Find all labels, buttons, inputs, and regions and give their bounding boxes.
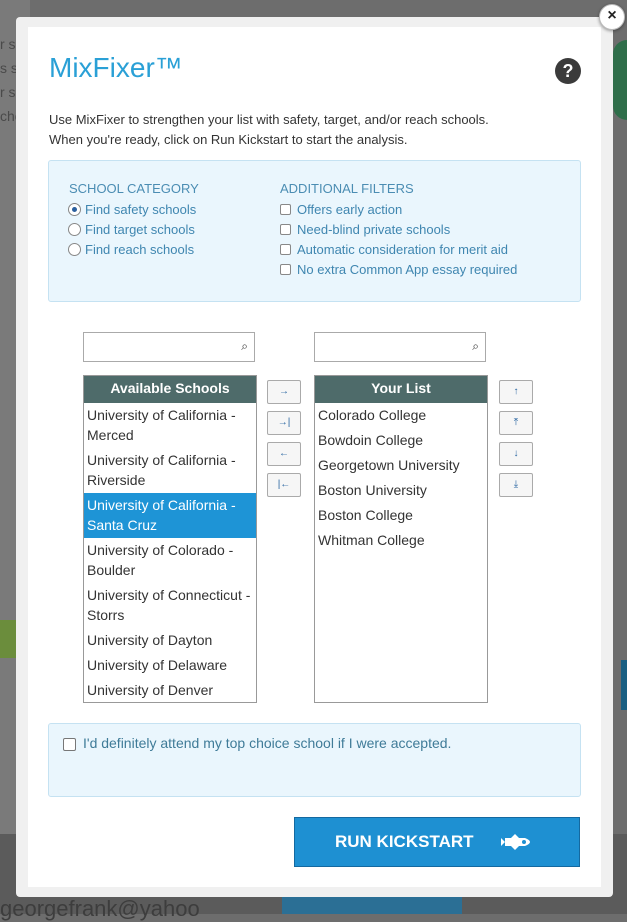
intro-text: Use MixFixer to strengthen your list wit… xyxy=(49,110,569,150)
school-category-heading: SCHOOL CATEGORY xyxy=(69,181,199,196)
intro-line: When you're ready, click on Run Kickstar… xyxy=(49,132,408,147)
list-item[interactable]: University of Denver xyxy=(84,678,256,702)
move-top-button[interactable]: ⤒ xyxy=(499,411,533,435)
checkbox-label: No extra Common App essay required xyxy=(297,262,518,277)
list-item[interactable]: University of Connecticut - Storrs xyxy=(84,583,256,628)
filter-need-blind[interactable]: Need-blind private schools xyxy=(280,220,450,240)
checkbox-label: Automatic consideration for merit aid xyxy=(297,242,508,257)
your-list-search-input[interactable]: ⌕ xyxy=(314,332,486,362)
remove-all-button[interactable]: |← xyxy=(267,473,301,497)
list-item[interactable]: University of California - Merced xyxy=(84,403,256,448)
attend-panel: I'd definitely attend my top choice scho… xyxy=(48,723,581,797)
filter-no-essay[interactable]: No extra Common App essay required xyxy=(280,260,517,280)
radio-label: Find safety schools xyxy=(85,202,197,217)
list-item[interactable]: Boston College xyxy=(315,503,487,528)
list-item[interactable]: Whitman College xyxy=(315,528,487,553)
background-decoration xyxy=(613,40,627,120)
list-item[interactable]: Georgetown University xyxy=(315,453,487,478)
radio-label: Find reach schools xyxy=(85,242,195,257)
search-icon: ⌕ xyxy=(241,339,248,353)
available-schools-list[interactable]: Available Schools University of Californ… xyxy=(83,375,257,703)
add-selected-button[interactable]: → xyxy=(267,380,301,404)
background-text: r s xyxy=(0,84,16,100)
checkbox-label: Need-blind private schools xyxy=(297,222,451,237)
move-up-button[interactable]: ↑ xyxy=(499,380,533,404)
run-kickstart-label: RUN KICKSTART xyxy=(335,832,474,851)
list-item[interactable]: Colorado College xyxy=(315,403,487,428)
rocket-icon xyxy=(501,834,530,850)
checkbox-icon[interactable] xyxy=(280,204,291,215)
available-search-input[interactable]: ⌕ xyxy=(83,332,255,362)
attend-checkbox[interactable] xyxy=(63,738,76,751)
your-list[interactable]: Your List Colorado College Bowdoin Colle… xyxy=(314,375,488,703)
checkbox-icon[interactable] xyxy=(280,224,291,235)
radio-safety[interactable]: Find safety schools xyxy=(68,200,196,220)
help-icon[interactable]: ? xyxy=(555,58,581,84)
checkbox-icon[interactable] xyxy=(280,244,291,255)
additional-filters-heading: ADDITIONAL FILTERS xyxy=(280,181,414,196)
available-schools-heading: Available Schools xyxy=(84,376,256,403)
attend-label[interactable]: I'd definitely attend my top choice scho… xyxy=(83,735,451,751)
radio-reach[interactable]: Find reach schools xyxy=(68,240,194,260)
radio-icon[interactable] xyxy=(68,243,81,256)
add-all-button[interactable]: →| xyxy=(267,411,301,435)
move-down-button[interactable]: ↓ xyxy=(499,442,533,466)
list-item[interactable]: University of California - Riverside xyxy=(84,448,256,493)
list-item[interactable]: University of Colorado - Boulder xyxy=(84,538,256,583)
background-text: r s xyxy=(0,36,16,52)
search-icon: ⌕ xyxy=(472,339,479,353)
list-item[interactable]: Bowdoin College xyxy=(315,428,487,453)
radio-icon[interactable] xyxy=(68,223,81,236)
intro-line: Use MixFixer to strengthen your list wit… xyxy=(49,112,489,127)
list-item[interactable]: University of Dayton xyxy=(84,628,256,653)
list-item-selected[interactable]: University of California - Santa Cruz xyxy=(84,493,256,538)
your-list-heading: Your List xyxy=(315,376,487,403)
close-button[interactable]: × xyxy=(599,4,625,30)
background-email-text: georgefrank@yahoo xyxy=(0,896,200,921)
run-kickstart-button[interactable]: RUN KICKSTART xyxy=(294,817,580,867)
dialog-title: MixFixer™ xyxy=(49,52,183,83)
filters-panel: SCHOOL CATEGORY Find safety schools Find… xyxy=(48,160,581,302)
background-decoration xyxy=(621,660,627,710)
move-bottom-button[interactable]: ⤓ xyxy=(499,473,533,497)
filter-merit-aid[interactable]: Automatic consideration for merit aid xyxy=(280,240,508,260)
remove-selected-button[interactable]: ← xyxy=(267,442,301,466)
list-item[interactable]: Boston University xyxy=(315,478,487,503)
list-item[interactable]: University of Delaware xyxy=(84,653,256,678)
radio-selected-icon[interactable] xyxy=(68,203,81,216)
radio-label: Find target schools xyxy=(85,222,195,237)
checkbox-label: Offers early action xyxy=(297,202,403,217)
filter-early-action[interactable]: Offers early action xyxy=(280,200,402,220)
radio-target[interactable]: Find target schools xyxy=(68,220,195,240)
checkbox-icon[interactable] xyxy=(280,264,291,275)
